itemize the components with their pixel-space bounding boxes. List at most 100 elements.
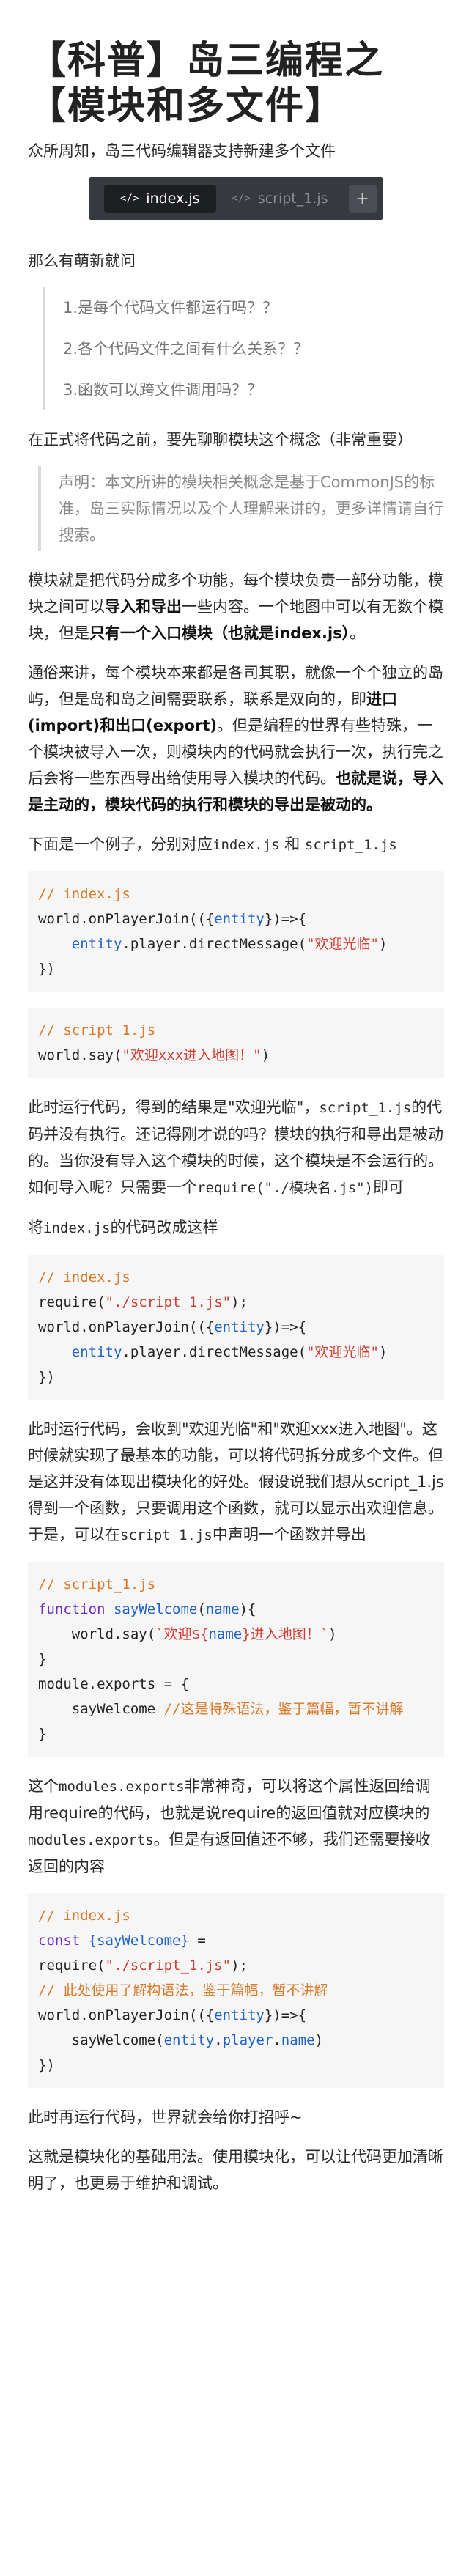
questions-intro: 那么有萌新就问 [28,252,136,270]
code-string: "./script_1.js" [105,1957,232,1974]
code-block-script1-v1: // script_1.js world.say("欢迎xxx进入地图！") [28,1008,444,1078]
code-token: world.say( [38,1626,156,1642]
disclaimer-quote: 声明：本文所讲的模块相关概念是基于CommonJS的标准，岛三实际情况以及个人理… [38,466,444,551]
add-file-button[interactable]: + [348,185,377,213]
inline-code: script_1.js [120,1527,213,1543]
bold-text: 只有一个入口模块（也就是index.js） [89,624,350,642]
code-token: .player.directMessage( [122,1344,307,1360]
tab-script-1-js[interactable]: </> script_1.js [216,185,344,213]
module-definition: 模块就是把代码分成多个功能，每个模块负责一部分功能，模块之间可以导入和导出一些内… [28,567,444,646]
inline-code: modules.exports [28,1832,154,1848]
code-comment: // script_1.js [38,1576,156,1593]
code-token: world.say( [38,1047,122,1063]
code-token: module.exports = { [38,1676,189,1692]
code-token: }) [38,961,55,977]
code-token: ){ [239,1601,256,1617]
intro-text: 众所周知，岛三代码编辑器支持新建多个文件 [28,142,336,160]
code-comment: // script_1.js [38,1022,156,1038]
code-token: .player.directMessage( [122,936,307,952]
code-token: = [188,1933,206,1949]
code-token: sayWelcome [38,1701,164,1717]
code-string: `欢迎${ [155,1626,209,1642]
code-token: ); [231,1957,248,1974]
result-explanation: 此时运行代码，得到的结果是"欢迎光临"，script_1.js的代码并没有执行。… [28,1094,444,1201]
text: 和 [279,835,305,853]
split-explanation: 此时运行代码，会收到"欢迎光临"和"欢迎xxx进入地图"。这时候就实现了最基本的… [28,1416,444,1549]
title-line-2: 【模块和多文件】 [28,84,345,128]
code-token: entity [214,2007,265,2023]
code-token: entity [163,2032,215,2048]
code-comment: //这是特殊语法，鉴于篇幅，暂不讲解 [163,1701,404,1717]
code-file-icon: </> [232,193,251,204]
list-item: 1.是每个代码文件都运行吗？？ [43,287,444,328]
code-token: name [208,1626,243,1642]
text: 此时运行代码，得到的结果是"欢迎光临"， [28,1099,320,1116]
code-block-index-v1: // index.js world.onPlayerJoin(({entity}… [28,871,444,992]
inline-code: index.js [43,1220,111,1236]
tab-label: script_1.js [257,191,328,207]
code-string: "./script_1.js" [105,1294,232,1310]
bold-text: 导入和导出 [105,598,182,616]
article: 【科普】岛三编程之 【模块和多文件】 众所周知，岛三代码编辑器支持新建多个文件 … [0,0,469,2239]
code-token: world.onPlayerJoin(({ [38,1319,215,1335]
code-comment: // index.js [38,1908,130,1924]
code-string: "欢迎光临" [306,1344,379,1360]
code-token: entity [214,911,265,927]
inline-code: index.js [213,837,280,853]
tab-index-js[interactable]: </> index.js [104,185,216,213]
inline-code: script_1.js [319,1100,412,1116]
code-token: }) [38,1369,55,1385]
conclusion-text: 这就是模块化的基础用法。使用模块化，可以让代码更加清晰明了，也更易于维护和调试。 [28,2148,443,2192]
code-token: })=>{ [264,2007,307,2023]
code-string: }进入地图！` [242,1626,329,1642]
code-token: world.onPlayerJoin(({ [38,911,215,927]
code-token: name [281,2032,315,2048]
code-keyword: function [38,1601,114,1617]
code-token: })=>{ [264,1319,307,1335]
code-token: sayWelcome( [38,2032,164,2048]
code-token: {sayWelcome} [88,1933,189,1949]
code-block-script1-v2: // script_1.js function sayWelcome(name)… [28,1562,444,1757]
tab-label: index.js [146,191,200,207]
code-keyword: const [38,1933,89,1949]
exports-explanation: 这个modules.exports非常神奇，可以将这个属性返回给调用requir… [28,1773,444,1880]
code-token: require( [38,1957,106,1974]
code-token: entity [71,1344,122,1360]
text: 这个 [28,1777,59,1795]
example-intro: 下面是一个例子，分别对应index.js 和 script_1.js [28,831,444,858]
code-block-index-v3: // index.js const {sayWelcome} = require… [28,1893,444,2088]
concept-intro: 在正式将代码之前，要先聊聊模块这个概念（非常重要） [28,431,413,449]
text: 即可 [373,1178,405,1196]
text: 下面是一个例子，分别对应 [28,835,213,853]
code-block-index-v2: // index.js require("./script_1.js"); wo… [28,1255,444,1400]
modify-intro: 将index.js的代码改成这样 [28,1214,444,1241]
code-string: "欢迎xxx进入地图！" [122,1047,262,1063]
code-token: . [273,2032,281,2048]
code-token: player [222,2032,273,2048]
list-item: 3.函数可以跨文件调用吗？？ [43,369,444,410]
code-string: "欢迎光临" [306,936,379,952]
module-explanation: 通俗来讲，每个模块本来都是各司其职，就像一个个独立的岛屿，但是岛和岛之间需要联系… [28,660,444,818]
code-token: })=>{ [264,911,307,927]
code-token: ); [231,1294,248,1310]
code-token: ) [328,1626,337,1642]
text: 将 [28,1219,43,1236]
code-comment: // index.js [38,886,130,902]
title-line-1: 【科普】岛三编程之 [28,39,385,83]
code-token: entity [71,936,122,952]
inline-code: script_1.js [304,837,397,853]
code-token: } [38,1726,47,1742]
code-token: ) [378,936,388,952]
code-token: entity [214,1319,265,1335]
inline-code: modules.exports [59,1779,185,1795]
greeting-text: 此时再运行代码，世界就会给你打招呼~ [28,2108,303,2126]
code-comment: // 此处使用了解构语法，鉴于篇幅，暂不讲解 [38,1982,328,1999]
code-comment: // index.js [38,1269,130,1285]
code-token: }) [38,2057,55,2073]
text: 中声明一个函数并导出 [212,1526,366,1543]
code-token: ) [314,2032,324,2048]
code-token: name [205,1601,240,1617]
code-token: ) [378,1344,388,1360]
code-token: ) [261,1047,270,1063]
